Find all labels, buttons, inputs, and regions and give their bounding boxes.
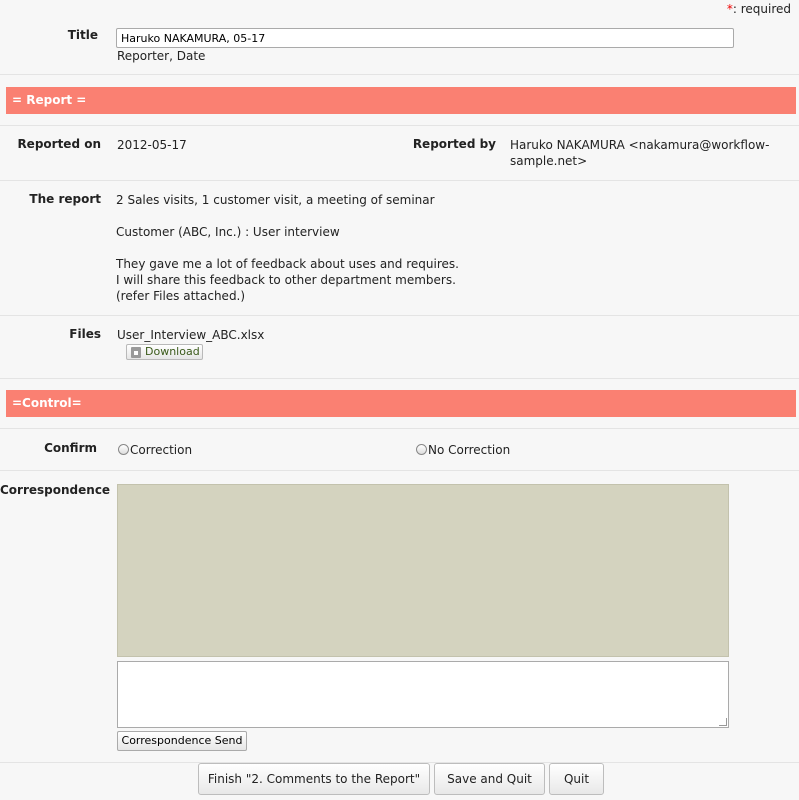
file-name: User_Interview_ABC.xlsx [117, 328, 265, 342]
divider [0, 428, 799, 429]
title-label: Title [67, 28, 98, 42]
correspondence-history [117, 484, 729, 657]
finish-button[interactable]: Finish "2. Comments to the Report" [198, 763, 430, 795]
correction-radio[interactable] [118, 444, 129, 455]
correction-option-label[interactable]: Correction [130, 442, 192, 458]
quit-button[interactable]: Quit [549, 763, 604, 795]
required-note: *: required [727, 2, 791, 16]
download-label: Download [145, 345, 200, 358]
divider [0, 378, 799, 379]
title-hint: Reporter, Date [117, 49, 206, 63]
no-correction-radio[interactable] [416, 444, 427, 455]
save-and-quit-button[interactable]: Save and Quit [434, 763, 545, 795]
correspondence-label: Correspondence [0, 483, 111, 497]
reported-by-line2: sample.net> [510, 154, 588, 168]
title-input[interactable] [116, 28, 734, 48]
control-section-header: =Control= [6, 390, 796, 417]
no-correction-option-label[interactable]: No Correction [428, 442, 510, 458]
correspondence-textarea[interactable] [117, 661, 729, 728]
confirm-label: Confirm [44, 441, 97, 455]
divider [0, 125, 799, 126]
required-text: : required [732, 2, 791, 16]
file-download-icon [131, 347, 141, 358]
report-line: (refer Files attached.) [116, 289, 246, 303]
reported-on-value: 2012-05-17 [117, 138, 187, 152]
divider [0, 74, 799, 75]
report-line: 2 Sales visits, 1 customer visit, a meet… [116, 193, 435, 207]
report-line: Customer (ABC, Inc.) : User interview [116, 225, 340, 239]
files-label: Files [69, 327, 101, 341]
correspondence-send-button[interactable]: Correspondence Send [117, 731, 247, 751]
report-line: They gave me a lot of feedback about use… [116, 257, 459, 271]
reported-by-line1: Haruko NAKAMURA <nakamura@workflow- [510, 138, 770, 152]
divider [0, 315, 799, 316]
reported-by-label: Reported by [412, 137, 496, 151]
report-section-header: = Report = [6, 87, 796, 114]
the-report-label: The report [29, 192, 101, 206]
report-line: I will share this feedback to other depa… [116, 273, 456, 287]
reported-on-label: Reported on [17, 137, 101, 151]
divider [0, 180, 799, 181]
resize-grip-icon[interactable] [719, 718, 727, 726]
download-button[interactable]: Download [126, 344, 203, 360]
divider [0, 470, 799, 471]
